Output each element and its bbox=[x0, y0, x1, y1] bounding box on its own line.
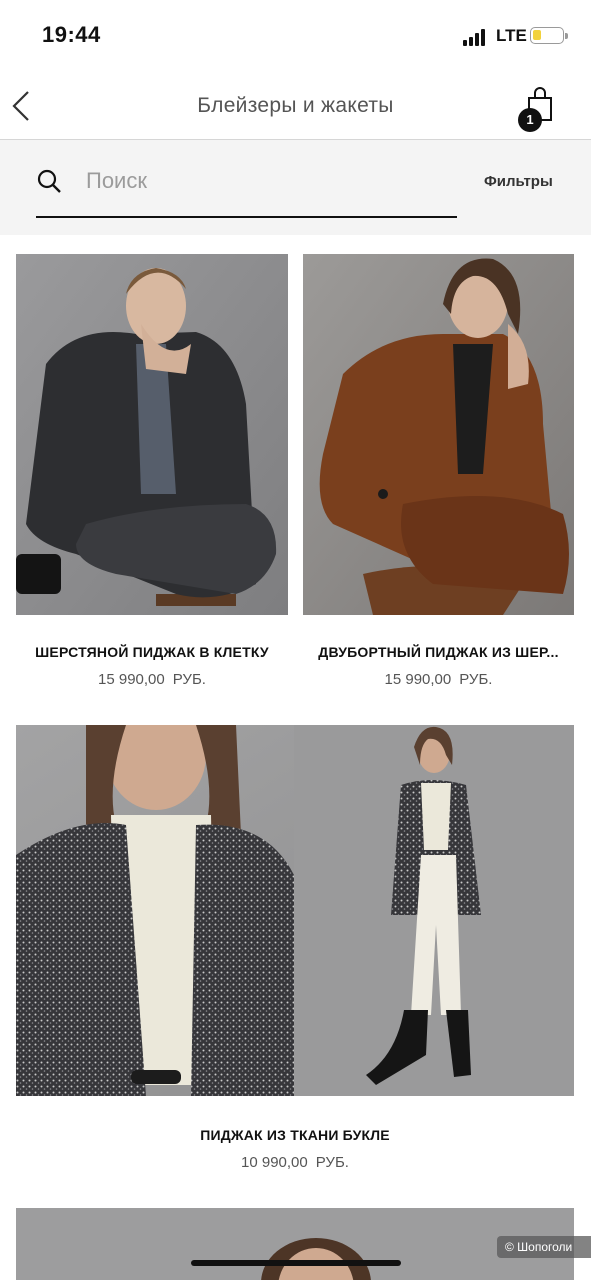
product-image bbox=[16, 725, 574, 1096]
watermark: © Шопоголи bbox=[497, 1236, 591, 1258]
nav-header: Блейзеры и жакеты 1 bbox=[0, 72, 591, 140]
battery-icon bbox=[530, 27, 568, 44]
price-currency: РУБ. bbox=[459, 671, 493, 688]
product-price: 10 990,00 РУБ. bbox=[16, 1154, 574, 1171]
price-value: 15 990,00 bbox=[98, 671, 165, 688]
product-price: 15 990,00 РУБ. bbox=[303, 671, 574, 688]
price-value: 10 990,00 bbox=[241, 1154, 308, 1171]
filters-button[interactable]: Фильтры bbox=[484, 173, 553, 190]
product-image bbox=[303, 254, 574, 615]
search-icon bbox=[37, 169, 61, 193]
search-underline bbox=[36, 216, 457, 218]
product-image bbox=[16, 254, 288, 615]
product-price: 15 990,00 РУБ. bbox=[16, 671, 288, 688]
price-value: 15 990,00 bbox=[384, 671, 452, 688]
status-bar: 19:44 LTE bbox=[0, 0, 591, 72]
page-title: Блейзеры и жакеты bbox=[197, 94, 394, 117]
search-bar: Фильтры bbox=[0, 140, 591, 235]
home-indicator[interactable] bbox=[191, 1260, 401, 1266]
product-card[interactable]: ДВУБОРТНЫЙ ПИДЖАК ИЗ ШЕР... 15 990,00 РУБ… bbox=[303, 254, 574, 694]
product-image bbox=[16, 1208, 574, 1280]
product-card[interactable] bbox=[16, 1208, 574, 1280]
product-card[interactable]: ШЕРСТЯНОЙ ПИДЖАК В КЛЕТКУ 15 990,00 РУБ. bbox=[16, 254, 288, 694]
signal-icon bbox=[463, 28, 489, 46]
cart-button[interactable]: 1 bbox=[515, 86, 559, 134]
battery-level bbox=[533, 30, 541, 40]
price-currency: РУБ. bbox=[315, 1154, 349, 1171]
cart-count-badge: 1 bbox=[518, 108, 542, 132]
product-name: ДВУБОРТНЫЙ ПИДЖАК ИЗ ШЕР... bbox=[318, 644, 559, 660]
price-currency: РУБ. bbox=[172, 671, 206, 688]
product-name: ШЕРСТЯНОЙ ПИДЖАК В КЛЕТКУ bbox=[35, 644, 269, 660]
search-input[interactable] bbox=[86, 162, 446, 200]
network-label: LTE bbox=[496, 26, 527, 45]
status-time: 19:44 bbox=[42, 22, 101, 47]
product-name: ПИДЖАК ИЗ ТКАНИ БУКЛЕ bbox=[200, 1127, 390, 1143]
product-card[interactable]: ПИДЖАК ИЗ ТКАНИ БУКЛЕ 10 990,00 РУБ. bbox=[16, 725, 574, 1185]
